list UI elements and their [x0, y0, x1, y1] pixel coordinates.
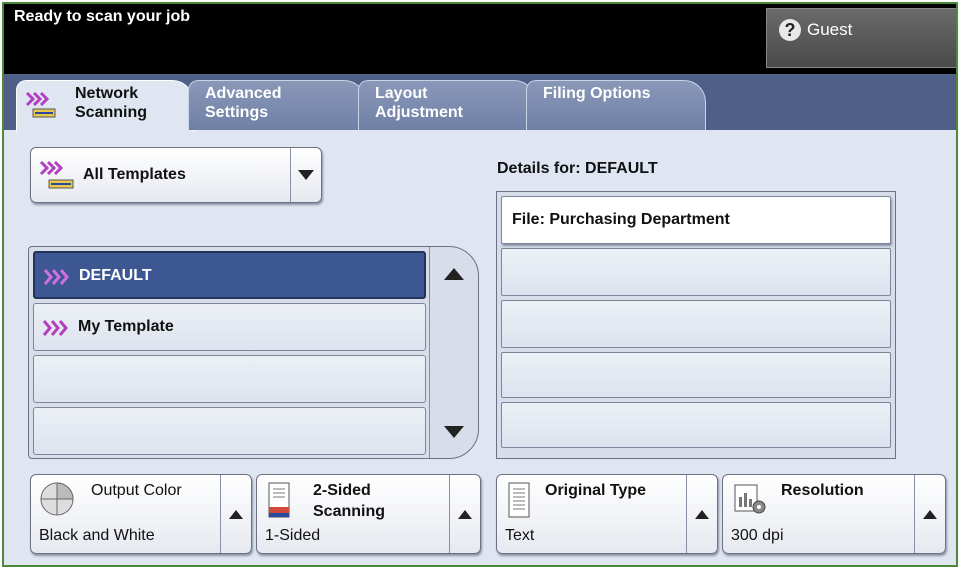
detail-row	[501, 300, 891, 348]
list-item-empty[interactable]	[33, 407, 426, 455]
original-type-title: Original Type	[545, 482, 647, 499]
tab-network-scanning-line2: Scanning	[75, 104, 148, 121]
tab-layout-adjustment-line2: Adjustment	[375, 104, 463, 121]
tab-strip: Network Scanning Advanced Settings Layou…	[4, 74, 956, 132]
details-panel: File: Purchasing Department	[496, 191, 896, 459]
scroll-down-button[interactable]	[430, 407, 478, 457]
status-message: Ready to scan your job	[14, 8, 191, 25]
template-icon	[42, 320, 68, 336]
detail-row	[501, 402, 891, 448]
tab-layout-adjustment-line1: Layout	[375, 85, 428, 102]
chevron-up-icon	[229, 509, 243, 519]
resolution-button[interactable]: Resolution 300 dpi	[722, 474, 946, 554]
tab-network-scanning[interactable]: Network Scanning	[16, 80, 194, 132]
original-type-arrow[interactable]	[686, 475, 717, 553]
tab-advanced-settings[interactable]: Advanced Settings	[188, 80, 366, 130]
output-color-title: Output Color	[91, 482, 182, 499]
two-sided-arrow[interactable]	[449, 475, 480, 553]
chevron-up-icon	[458, 509, 472, 519]
templates-dropdown-value: All Templates	[83, 166, 186, 183]
resolution-title: Resolution	[781, 482, 864, 499]
original-type-icon	[508, 482, 530, 518]
list-scrollbar	[429, 247, 478, 458]
chevron-up-icon	[923, 509, 937, 519]
output-color-icon	[40, 482, 74, 516]
two-sided-scanning-button[interactable]: 2-Sided Scanning 1-Sided	[256, 474, 481, 554]
chevron-up-icon	[444, 268, 464, 280]
output-color-arrow[interactable]	[220, 475, 251, 553]
details-heading: Details for: DEFAULT	[497, 160, 658, 177]
detail-row: File: Purchasing Department	[501, 196, 891, 244]
original-type-value: Text	[505, 527, 535, 544]
templates-icon	[39, 160, 74, 189]
original-type-button[interactable]: Original Type Text	[496, 474, 718, 554]
two-sided-scanning-icon	[268, 482, 290, 518]
tab-advanced-settings-line2: Settings	[205, 104, 269, 121]
two-sided-value: 1-Sided	[265, 527, 321, 544]
network-scanning-icon	[25, 91, 56, 118]
list-item-empty[interactable]	[33, 355, 426, 403]
resolution-arrow[interactable]	[914, 475, 945, 553]
chevron-down-icon[interactable]	[290, 148, 321, 202]
list-item-my-template[interactable]: My Template	[33, 303, 426, 351]
chevron-down-icon	[444, 426, 464, 438]
status-bar: Ready to scan your job ? Guest	[4, 4, 956, 74]
templates-dropdown[interactable]: All Templates	[30, 147, 322, 203]
scan-screen: Ready to scan your job ? Guest Network S…	[2, 2, 958, 567]
two-sided-title-line1: 2-Sided	[313, 482, 371, 499]
guest-button[interactable]: ? Guest	[766, 8, 956, 68]
two-sided-title-line2: Scanning	[313, 503, 386, 520]
output-color-button[interactable]: Output Color Black and White	[30, 474, 252, 554]
detail-row	[501, 248, 891, 296]
scroll-up-button[interactable]	[430, 249, 478, 299]
resolution-icon	[734, 484, 766, 514]
chevron-up-icon	[695, 509, 709, 519]
tab-filing-options-label: Filing Options	[543, 85, 651, 102]
tab-advanced-settings-line1: Advanced	[205, 85, 282, 102]
output-color-value: Black and White	[39, 527, 155, 544]
detail-row-label: File: Purchasing Department	[512, 211, 730, 228]
template-icon	[43, 269, 69, 285]
help-question-icon: ?	[779, 19, 801, 41]
tab-filing-options[interactable]: Filing Options	[526, 80, 706, 130]
list-item-default[interactable]: DEFAULT	[33, 251, 426, 299]
template-list: DEFAULT My Template	[28, 246, 479, 459]
guest-label: Guest	[807, 20, 853, 39]
tab-layout-adjustment[interactable]: Layout Adjustment	[358, 80, 536, 130]
list-item-label: DEFAULT	[79, 267, 152, 284]
resolution-value: 300 dpi	[731, 527, 784, 544]
tab-network-scanning-line1: Network	[75, 85, 139, 102]
detail-row	[501, 352, 891, 398]
list-item-label: My Template	[78, 318, 174, 335]
